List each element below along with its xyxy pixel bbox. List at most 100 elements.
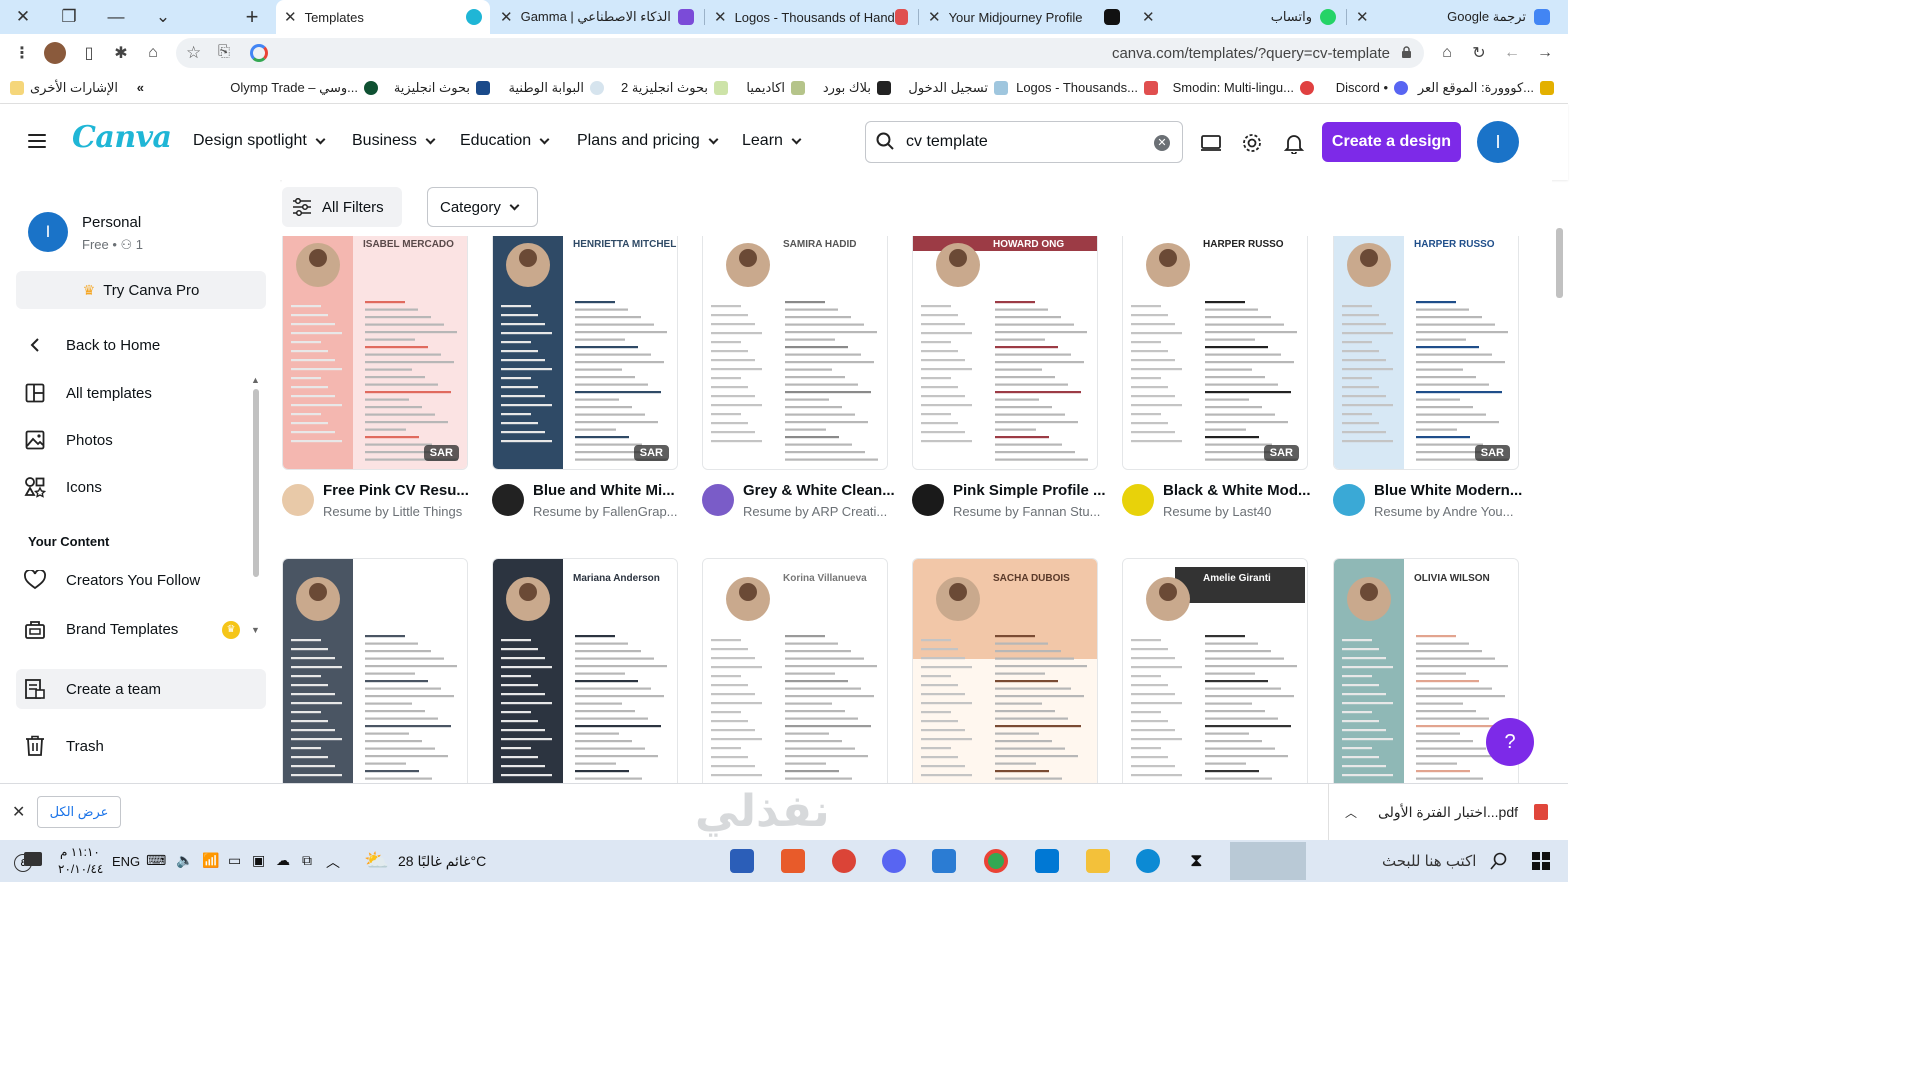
creator-avatar[interactable] <box>702 484 734 516</box>
template-search[interactable]: ✕ <box>865 121 1183 163</box>
creator-avatar[interactable] <box>282 484 314 516</box>
search-icon[interactable] <box>1490 852 1508 870</box>
menu-business[interactable]: Business <box>352 132 436 150</box>
page-scrollbar[interactable] <box>1552 180 1568 783</box>
bookmark-item[interactable]: Logos - Thousands... <box>1016 80 1158 95</box>
creator-avatar[interactable] <box>1333 484 1365 516</box>
url-text[interactable]: canva.com/templates/?query=cv-template <box>1112 45 1390 62</box>
template-creator[interactable]: Resume by Last40 <box>1163 504 1318 519</box>
tab-google-translate[interactable]: ✕ Google ترجمة <box>1348 0 1558 34</box>
edge-icon[interactable] <box>1136 849 1160 873</box>
close-tab-icon[interactable]: ✕ <box>500 8 513 26</box>
chrome-dev-icon[interactable] <box>832 849 856 873</box>
template-thumbnail[interactable]: Korina Villanueva <box>702 558 888 783</box>
template-title[interactable]: Pink Simple Profile ... <box>953 482 1108 499</box>
bookmark-item[interactable]: تسجيل الدخول <box>908 80 1008 96</box>
store-icon[interactable] <box>1035 849 1059 873</box>
desktop-app-icon[interactable] <box>1200 132 1222 154</box>
clock-time[interactable]: ١١:١٠ م <box>60 845 100 859</box>
omnibox[interactable]: ☆ ⎘ canva.com/templates/?query=cv-templa… <box>176 38 1424 68</box>
create-design-button[interactable]: Create a design <box>1322 122 1461 162</box>
bookmark-item[interactable]: Smodin: Multi-lingu... <box>1173 80 1314 95</box>
new-tab-icon[interactable]: + <box>238 4 266 30</box>
template-creator[interactable]: Resume by Andre You... <box>1374 504 1529 519</box>
menu-design-spotlight[interactable]: Design spotlight <box>193 132 326 150</box>
template-title[interactable]: Blue and White Mi... <box>533 482 688 499</box>
other-bookmarks[interactable]: الإشارات الأخرى <box>10 80 118 96</box>
template-thumbnail[interactable]: HARPER RUSSO SAR <box>1333 236 1519 470</box>
creator-avatar[interactable] <box>912 484 944 516</box>
canva-logo[interactable]: Canva <box>72 120 172 155</box>
sidebar-panel-icon[interactable]: ▯ <box>78 42 100 64</box>
forward-icon[interactable]: ← <box>1501 42 1523 64</box>
battery-icon[interactable]: ▭ <box>228 852 241 869</box>
chrome-icon[interactable] <box>984 849 1008 873</box>
category-dropdown[interactable]: Category <box>427 187 538 227</box>
bookmark-item[interactable]: Discord • <box>1336 80 1408 95</box>
tray-device-icon[interactable]: ⧉ <box>302 852 312 869</box>
sidebar-item-trash[interactable]: Trash <box>24 732 104 760</box>
show-hidden-icons[interactable]: ︿ <box>326 852 340 872</box>
close-window-icon[interactable]: ✕ <box>9 4 37 30</box>
notifications-icon[interactable] <box>24 852 42 866</box>
template-thumbnail[interactable]: SAMIRA HADID <box>702 236 888 470</box>
search-input[interactable] <box>906 130 1146 154</box>
windows-start-icon[interactable] <box>1532 852 1550 870</box>
template-thumbnail[interactable]: Mariana Anderson <box>492 558 678 783</box>
template-thumbnail[interactable]: HENRIETTA MITCHELL SAR <box>492 236 678 470</box>
profile-avatar[interactable]: I <box>28 212 68 252</box>
wifi-icon[interactable]: 📶 <box>202 852 219 869</box>
back-icon[interactable]: → <box>1534 42 1556 64</box>
word-app-icon[interactable] <box>730 849 754 873</box>
discord-icon[interactable] <box>882 849 906 873</box>
profile-avatar-icon[interactable] <box>44 42 66 64</box>
lock-icon[interactable] <box>1401 46 1412 58</box>
sidebar-item-create-team[interactable]: Create a team <box>24 675 161 703</box>
weather-text[interactable]: غائم غالبًا 28°C <box>398 853 486 870</box>
template-thumbnail[interactable]: Harper Russo <box>282 558 468 783</box>
home-page-icon[interactable]: ⌂ <box>1436 42 1458 64</box>
bookmark-item[interactable]: بحوث انجليزية 2 <box>621 80 728 96</box>
template-thumbnail[interactable]: HOWARD ONG <box>912 236 1098 470</box>
notifications-bell-icon[interactable] <box>1283 132 1305 154</box>
taskbar-search-input[interactable]: اكتب هنا للبحث <box>1382 852 1476 870</box>
profile-name[interactable]: Personal <box>82 214 141 231</box>
template-creator[interactable]: Resume by Little Things <box>323 504 478 519</box>
sidebar-item-back-home[interactable]: Back to Home <box>24 331 160 359</box>
hamburger-menu-icon[interactable] <box>28 134 46 148</box>
close-tab-icon[interactable]: ✕ <box>284 8 297 26</box>
clock-date[interactable]: ٢٠/١٠/٤٤ <box>58 862 103 876</box>
template-thumbnail[interactable]: HARPER RUSSO SAR <box>1122 236 1308 470</box>
home-icon[interactable]: ⌂ <box>142 42 164 64</box>
volume-icon[interactable]: 🔈 <box>176 852 193 869</box>
settings-gear-icon[interactable] <box>1241 132 1263 154</box>
close-tab-icon[interactable]: ✕ <box>1356 8 1369 26</box>
tab-midjourney[interactable]: ✕ Your Midjourney Profile <box>920 0 1128 34</box>
keyboard-icon[interactable]: ⌨ <box>146 852 166 869</box>
creator-avatar[interactable] <box>492 484 524 516</box>
input-language[interactable]: ENG <box>112 854 140 869</box>
template-title[interactable]: Free Pink CV Resu... <box>323 482 478 499</box>
mail-icon[interactable] <box>932 849 956 873</box>
show-all-downloads-button[interactable]: عرض الكل <box>37 796 121 828</box>
share-icon[interactable]: ⎘ <box>218 43 230 60</box>
menu-plans-pricing[interactable]: Plans and pricing <box>577 132 719 150</box>
browser-menu-icon[interactable]: ⋮ <box>11 42 33 64</box>
download-item[interactable]: ︿ اختبار الفترة الأولى...pdf <box>1328 784 1558 840</box>
tab-whatsapp[interactable]: ✕ واتساب <box>1134 0 1344 34</box>
template-thumbnail[interactable]: ISABEL MERCADO SAR <box>282 236 468 470</box>
bookmark-item[interactable]: اكاديميا <box>746 80 805 96</box>
template-thumbnail[interactable]: Amelie Giranti <box>1122 558 1308 783</box>
template-creator[interactable]: Resume by ARP Creati... <box>743 504 898 519</box>
help-button[interactable]: ? <box>1486 718 1534 766</box>
app-icon[interactable] <box>781 849 805 873</box>
template-creator[interactable]: Resume by Fannan Stu... <box>953 504 1108 519</box>
tab-gamma[interactable]: ✕ Gamma | الذكاء الاصطناعي <box>492 0 702 34</box>
sidebar-item-all-templates[interactable]: All templates <box>24 379 152 407</box>
template-title[interactable]: Grey & White Clean... <box>743 482 898 499</box>
menu-education[interactable]: Education <box>460 132 550 150</box>
close-tab-icon[interactable]: ✕ <box>928 8 941 26</box>
chevron-up-icon[interactable]: ︿ <box>1345 804 1357 821</box>
sidebar-item-brand-templates[interactable]: Brand Templates <box>24 615 178 643</box>
bookmark-item[interactable]: بحوث انجليزية <box>394 80 490 96</box>
